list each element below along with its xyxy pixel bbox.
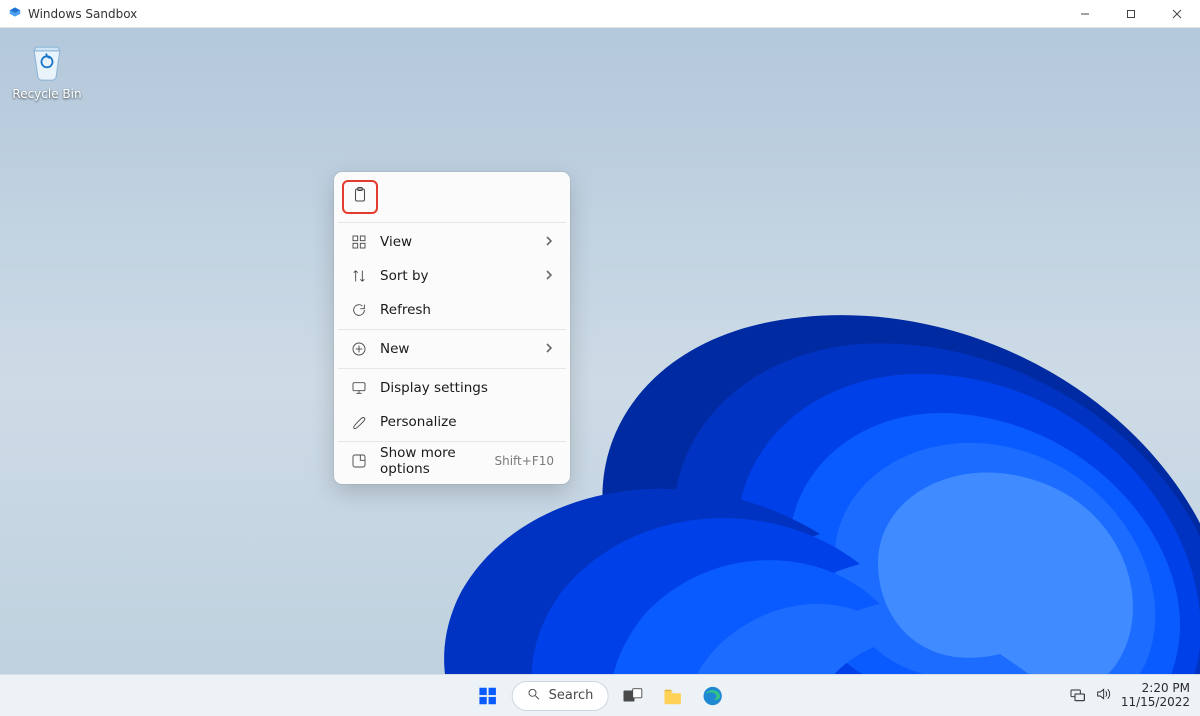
start-button[interactable] (472, 680, 504, 712)
network-icon[interactable] (1069, 686, 1085, 705)
guest-taskbar: Search 2:20 PM 11/15/2022 (0, 674, 1200, 716)
taskbar-clock[interactable]: 2:20 PM 11/15/2022 (1121, 682, 1190, 710)
task-view-button[interactable] (616, 680, 648, 712)
context-item-personalize[interactable]: Personalize (340, 405, 564, 439)
minimize-button[interactable] (1062, 0, 1108, 27)
volume-icon[interactable] (1095, 686, 1111, 705)
window-controls (1062, 0, 1200, 27)
file-explorer-button[interactable] (656, 680, 688, 712)
taskbar-time: 2:20 PM (1121, 682, 1190, 696)
context-item-refresh[interactable]: Refresh (340, 293, 564, 327)
maximize-button[interactable] (1108, 0, 1154, 27)
edge-browser-button[interactable] (696, 680, 728, 712)
system-tray: 2:20 PM 11/15/2022 (1069, 682, 1190, 710)
context-item-view[interactable]: View (340, 225, 564, 259)
chevron-right-icon (544, 234, 554, 250)
context-item-display-settings[interactable]: Display settings (340, 371, 564, 405)
context-item-sort-by[interactable]: Sort by (340, 259, 564, 293)
search-icon (527, 687, 541, 705)
context-item-new[interactable]: New (340, 332, 564, 366)
window-titlebar: Windows Sandbox (0, 0, 1200, 28)
desktop-icon-label: Recycle Bin (10, 87, 84, 101)
desktop-context-menu: View Sort by Refresh New Display setting… (334, 172, 570, 484)
personalize-icon (350, 414, 368, 430)
more-options-icon (350, 453, 368, 469)
taskbar-date: 11/15/2022 (1121, 696, 1190, 710)
taskbar-search[interactable]: Search (512, 681, 609, 711)
close-button[interactable] (1154, 0, 1200, 27)
paste-icon (351, 186, 369, 208)
chevron-right-icon (544, 268, 554, 284)
context-item-show-more-options[interactable]: Show more options Shift+F10 (340, 444, 564, 478)
app-icon (8, 5, 22, 22)
context-paste-button[interactable] (344, 182, 376, 212)
taskbar-search-label: Search (549, 688, 594, 703)
guest-desktop[interactable]: Recycle Bin View Sort by Refresh (0, 28, 1200, 674)
window-title: Windows Sandbox (28, 7, 137, 21)
sort-icon (350, 268, 368, 284)
new-icon (350, 341, 368, 357)
refresh-icon (350, 302, 368, 318)
chevron-right-icon (544, 341, 554, 357)
display-icon (350, 380, 368, 396)
view-icon (350, 234, 368, 250)
desktop-icon-recycle-bin[interactable]: Recycle Bin (10, 38, 84, 101)
